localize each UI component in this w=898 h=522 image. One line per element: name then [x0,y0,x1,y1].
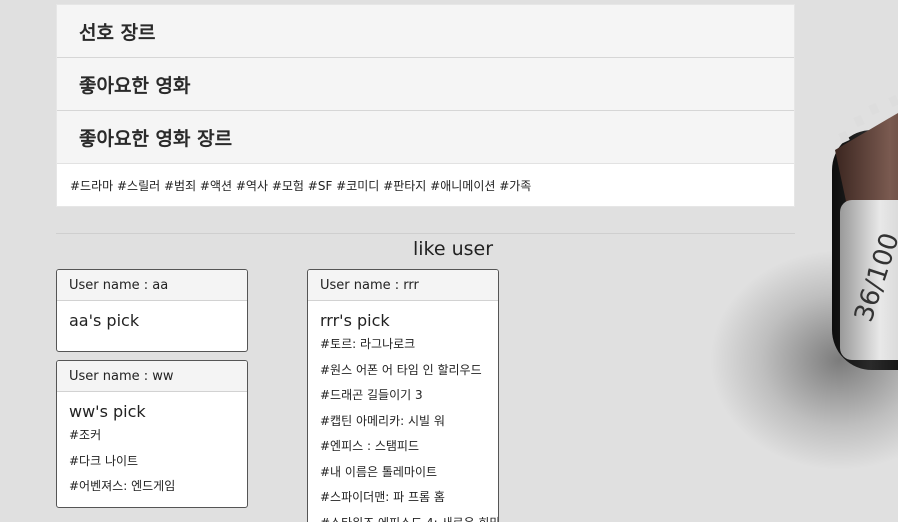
accordion-header-liked-movie-genres[interactable]: 좋아요한 영화 장르 [57,111,794,164]
movie-item[interactable]: #캡틴 아메리카: 시빌 워 [320,409,486,435]
movie-item[interactable]: #토르: 라그나로크 [320,332,486,358]
film-roll-icon: 36/100 [710,94,898,470]
user-card-body: rrr's pick #토르: 라그나로크 #원스 어폰 어 타임 인 할리우드… [308,301,498,522]
movie-item[interactable]: #스파이더맨: 파 프롬 홈 [320,485,486,511]
user-card-rrr: User name : rrr rrr's pick #토르: 라그나로크 #원… [307,269,499,522]
movie-item[interactable]: #드래곤 길들이기 3 [320,383,486,409]
movie-item[interactable]: #어벤져스: 엔드게임 [69,474,235,500]
movie-item[interactable]: #스타워즈 에피소드 4: 새로운 희망 [320,511,498,522]
user-pick-title: aa's pick [69,311,140,330]
preference-accordion: 선호 장르 좋아요한 영화 좋아요한 영화 장르 #드라마 #스릴러 #범죄 #… [56,4,795,207]
accordion-header-liked-movies[interactable]: 좋아요한 영화 [57,58,794,111]
movie-item[interactable]: #엔피스 : 스탬피드 [320,434,486,460]
movie-item[interactable]: #조커 [69,423,235,449]
genre-tag-list: #드라마 #스릴러 #범죄 #액션 #역사 #모험 #SF #코미디 #판타지 … [57,164,794,206]
user-card-aa: User name : aa aa's pick [56,269,248,352]
user-card-header: User name : rrr [308,270,498,301]
like-user-title: like user [412,238,494,260]
user-pick-title: rrr's pick [320,311,390,330]
user-card-ww: User name : ww ww's pick #조커 #다크 나이트 #어벤… [56,360,248,508]
user-card-body: aa's pick [57,301,247,340]
accordion-header-preferred-genre[interactable]: 선호 장르 [57,5,794,58]
user-card-header: User name : ww [57,361,247,392]
user-card-header: User name : aa [57,270,247,301]
page: 선호 장르 좋아요한 영화 좋아요한 영화 장르 #드라마 #스릴러 #범죄 #… [0,0,898,522]
user-card-body: ww's pick #조커 #다크 나이트 #어벤져스: 엔드게임 [57,392,247,507]
movie-item[interactable]: #다크 나이트 [69,449,235,475]
movie-item[interactable]: #내 이름은 톨레마이트 [320,460,486,486]
movie-item[interactable]: #원스 어폰 어 타임 인 할리우드 [320,358,486,384]
user-pick-title: ww's pick [69,402,146,421]
section-divider [56,233,795,234]
